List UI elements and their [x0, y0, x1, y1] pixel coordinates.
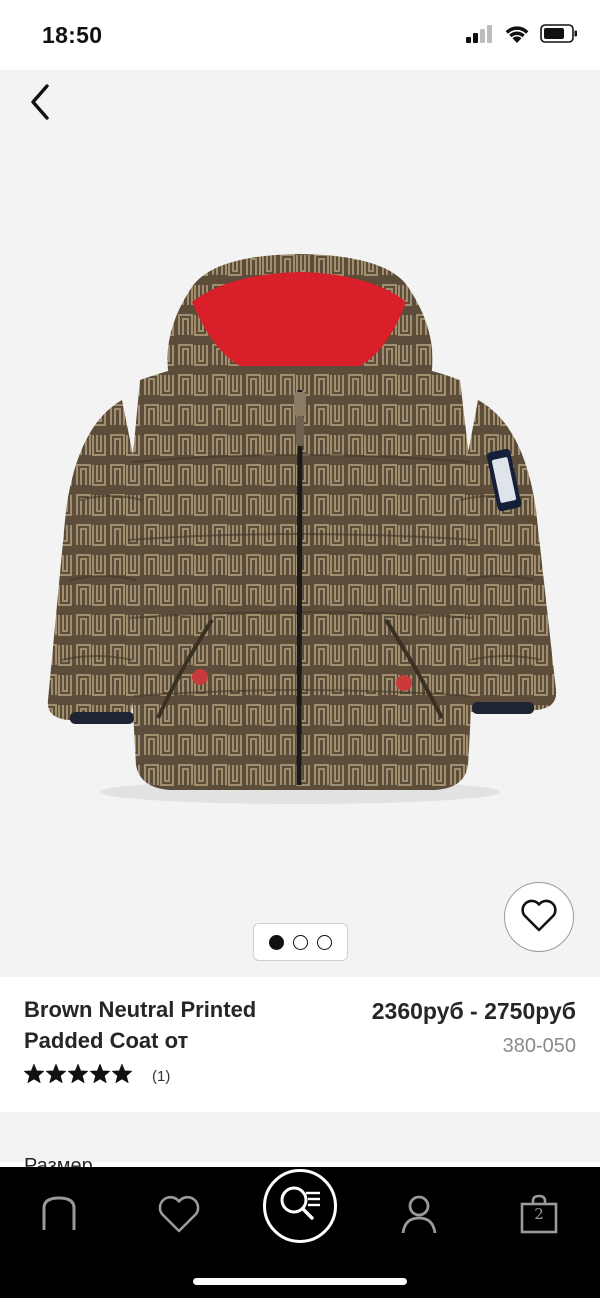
status-bar: 18:50 [0, 0, 600, 70]
star-icon [111, 1063, 133, 1088]
pager-dot-1[interactable] [269, 934, 284, 950]
star-icon [89, 1063, 111, 1088]
tab-bag[interactable]: 2 [504, 1181, 574, 1251]
product-image[interactable] [40, 250, 560, 810]
product-code: 380-050 [502, 1035, 576, 1057]
wifi-icon [504, 24, 530, 48]
next-logo-icon [39, 1194, 79, 1239]
back-button[interactable] [20, 83, 60, 126]
product-price: 2360руб - 2750руб [371, 998, 576, 1024]
status-icons [466, 24, 578, 48]
tab-home[interactable] [24, 1181, 94, 1251]
tab-search[interactable] [263, 1169, 337, 1243]
shopping-bag-icon: 2 [519, 1193, 559, 1240]
product-title: Brown Neutral Printed Padded Coat от [24, 997, 257, 1053]
wishlist-button[interactable] [504, 882, 574, 952]
search-list-icon [276, 1182, 324, 1231]
image-pager [253, 923, 348, 961]
rating-stars [23, 1063, 133, 1088]
home-indicator [193, 1278, 407, 1285]
tab-favourites[interactable] [144, 1181, 214, 1251]
star-icon [67, 1063, 89, 1088]
chevron-left-icon [28, 83, 52, 126]
bag-count-badge: 2 [534, 1204, 544, 1223]
cellular-signal-icon [466, 24, 494, 48]
pager-dot-2[interactable] [293, 934, 308, 950]
rating[interactable]: (1) [23, 1063, 170, 1088]
battery-icon [540, 24, 578, 48]
person-icon [399, 1193, 439, 1240]
status-time: 18:50 [42, 22, 103, 48]
product-info: Brown Neutral Printed Padded Coat от 236… [0, 977, 600, 1112]
pager-dot-3[interactable] [317, 934, 332, 950]
tab-account[interactable] [384, 1181, 454, 1251]
star-icon [45, 1063, 67, 1088]
heart-icon [157, 1194, 201, 1239]
heart-icon [520, 898, 558, 937]
product-gallery[interactable] [0, 70, 600, 977]
review-count[interactable]: (1) [152, 1068, 170, 1085]
star-icon [23, 1063, 45, 1088]
